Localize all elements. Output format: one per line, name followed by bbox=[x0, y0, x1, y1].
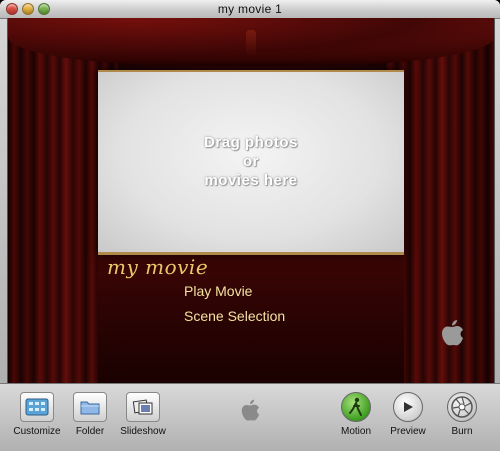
slideshow-label: Slideshow bbox=[120, 426, 166, 437]
slideshow-icon bbox=[132, 399, 153, 415]
folder-icon bbox=[80, 401, 100, 415]
slideshow-button[interactable] bbox=[126, 392, 160, 422]
preview-button[interactable] bbox=[393, 392, 423, 422]
burn-tool[interactable]: Burn bbox=[427, 392, 497, 437]
menu-theme-stage: Drag photos or movies here my movie Play… bbox=[7, 18, 495, 383]
burn-label: Burn bbox=[451, 426, 473, 437]
drop-zone-text-line: or bbox=[243, 153, 259, 170]
bottom-toolbar: Customize Folder Slideshow Motion Previe… bbox=[0, 383, 500, 451]
app-window: my movie 1 Drag photos or movies here my… bbox=[0, 0, 500, 451]
drop-zone-text-line: Drag photos bbox=[204, 134, 298, 151]
title-bar[interactable]: my movie 1 bbox=[0, 0, 500, 19]
customize-icon bbox=[25, 398, 49, 416]
customize-button[interactable] bbox=[20, 392, 54, 422]
folder-button[interactable] bbox=[73, 392, 107, 422]
apple-logo-icon bbox=[241, 399, 260, 421]
menu-item-play-movie[interactable]: Play Movie bbox=[184, 283, 252, 299]
window-title: my movie 1 bbox=[217, 2, 283, 16]
burn-icon bbox=[451, 396, 473, 418]
motion-icon bbox=[349, 397, 362, 416]
curtain-tassel bbox=[246, 30, 256, 56]
motion-button[interactable] bbox=[341, 392, 371, 422]
play-icon bbox=[404, 402, 413, 412]
drop-zone[interactable]: Drag photos or movies here bbox=[98, 70, 404, 255]
apple-logo-icon bbox=[442, 320, 463, 346]
slideshow-tool[interactable]: Slideshow bbox=[108, 392, 178, 437]
burn-button[interactable] bbox=[447, 392, 477, 422]
menu-title[interactable]: my movie bbox=[107, 255, 208, 279]
menu-item-scene-selection[interactable]: Scene Selection bbox=[184, 308, 285, 324]
drop-zone-text-line: movies here bbox=[204, 172, 298, 189]
